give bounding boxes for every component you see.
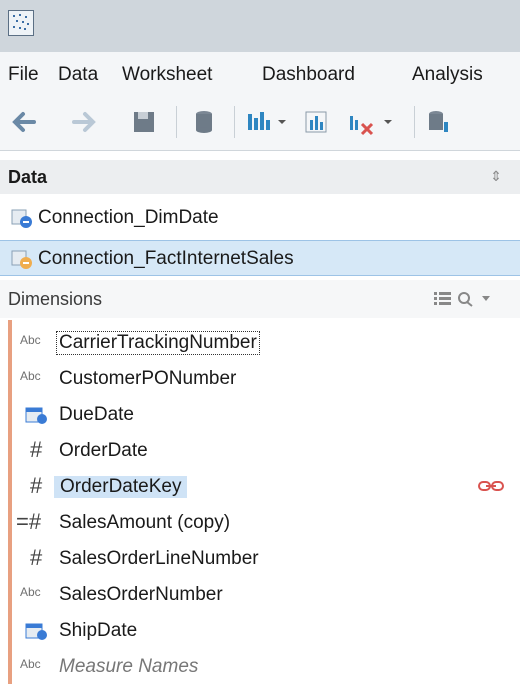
forward-arrow-icon[interactable] [66, 106, 100, 138]
chevron-down-icon[interactable] [482, 296, 490, 301]
toolbar [0, 96, 520, 151]
connection-label: Connection_DimDate [38, 207, 219, 228]
connection-label: Connection_FactInternetSales [38, 248, 294, 269]
connection-item-factinternetsales[interactable]: Connection_FactInternetSales [0, 240, 520, 276]
string-type-icon: Abc [20, 585, 41, 599]
sort-icon[interactable]: ⇕ [490, 168, 502, 185]
dimensions-header: Dimensions [0, 280, 520, 318]
dimensions-tools [432, 290, 512, 313]
string-type-icon: Abc [20, 657, 41, 671]
connection-item-dimdate[interactable]: Connection_DimDate [0, 200, 520, 236]
menu-file[interactable]: File [8, 64, 39, 86]
search-icon[interactable] [458, 292, 473, 307]
menu-dashboard[interactable]: Dashboard [262, 64, 355, 86]
app-icon [8, 10, 34, 36]
menu-bar: File Data Worksheet Dashboard Analysis [0, 52, 520, 97]
connection-icon [11, 209, 32, 228]
list-view-icon[interactable] [434, 292, 451, 305]
new-worksheet-icon[interactable] [244, 106, 290, 138]
database-icon[interactable] [188, 106, 220, 138]
menu-analysis[interactable]: Analysis [412, 64, 483, 86]
data-source-icon[interactable] [424, 106, 454, 138]
duplicate-sheet-icon[interactable] [300, 106, 336, 138]
clear-sheet-icon[interactable] [344, 106, 400, 138]
dimensions-title: Dimensions [8, 289, 103, 309]
save-icon[interactable] [128, 106, 160, 138]
date-type-icon [25, 623, 47, 640]
menu-data[interactable]: Data [58, 64, 98, 86]
data-pane-header: Data ⇕ [0, 160, 520, 194]
date-type-icon [25, 407, 47, 424]
calculated-number-icon: =# [16, 509, 42, 534]
connection-icon [11, 250, 32, 269]
title-bar [0, 0, 520, 52]
link-icon[interactable] [478, 478, 504, 494]
back-arrow-icon[interactable] [8, 106, 42, 138]
dimensions-accent-bar [8, 320, 12, 684]
string-type-icon: Abc [20, 333, 41, 347]
menu-worksheet[interactable]: Worksheet [122, 64, 212, 86]
data-pane-title: Data [8, 167, 48, 187]
string-type-icon: Abc [20, 369, 41, 383]
